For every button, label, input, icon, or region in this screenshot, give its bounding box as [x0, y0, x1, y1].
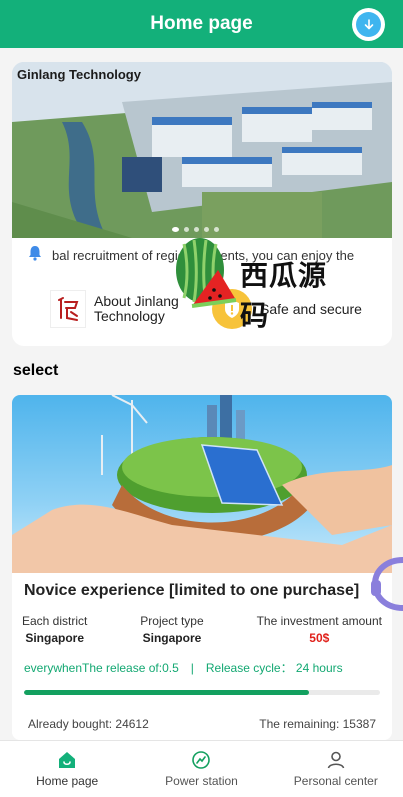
- section-title: select: [13, 362, 59, 379]
- page-title: Home page: [150, 13, 253, 34]
- product-stats: Each district Singapore Project type Sin…: [12, 600, 392, 645]
- tab-personal-center-label: Personal center: [293, 774, 378, 788]
- factory-photo: [12, 62, 392, 238]
- carousel-dot[interactable]: [194, 227, 199, 232]
- stat-project-type: Project type Singapore: [140, 614, 203, 645]
- stat-project-type-value: Singapore: [142, 631, 202, 645]
- feature-row: About Jinlang Technology Safe and secure: [12, 272, 392, 346]
- notice-bar[interactable]: bal recruitment of regional agents, you …: [12, 238, 392, 272]
- customer-service-icon[interactable]: [369, 556, 403, 612]
- app-header: Home page: [0, 0, 403, 48]
- stat-investment-label: The investment amount: [256, 614, 382, 628]
- gauge-icon: [191, 750, 211, 770]
- stat-investment: The investment amount 50$: [257, 614, 382, 645]
- about-jinlang-label: About Jinlang Technology: [94, 293, 179, 324]
- stat-district-label: Each district: [22, 614, 88, 628]
- jinlang-logo: [50, 290, 86, 328]
- tab-power-station[interactable]: Power station: [134, 741, 268, 797]
- notice-text: bal recruitment of regional agents, you …: [52, 247, 355, 263]
- stat-district: Each district Singapore: [22, 614, 87, 645]
- carousel-dot[interactable]: [214, 227, 219, 232]
- about-jinlang-link[interactable]: About Jinlang Technology: [12, 290, 202, 328]
- product-footer: Already bought: 24612 The remaining: 153…: [12, 695, 392, 731]
- carousel-dot[interactable]: [204, 227, 209, 232]
- product-title: Novice experience [limited to one purcha…: [24, 582, 360, 599]
- banner-carousel[interactable]: Ginlang Technology: [12, 62, 392, 238]
- user-icon: [326, 750, 346, 770]
- carousel-dot[interactable]: [172, 227, 179, 232]
- home-icon: [57, 750, 77, 770]
- release-info: everywhenThe release of:0.5 | Release cy…: [24, 661, 343, 675]
- shield-icon: [212, 289, 252, 329]
- top-card: Ginlang Technology bal recruitment of re…: [12, 62, 392, 346]
- download-arrow-icon: [356, 12, 381, 37]
- safe-secure-label: Safe and secure: [260, 300, 362, 317]
- product-image: [12, 395, 392, 573]
- carousel-dot[interactable]: [184, 227, 189, 232]
- bottom-tab-bar: Home page Power station Personal center: [0, 740, 403, 797]
- banner-label: Ginlang Technology: [17, 67, 141, 82]
- remaining: The remaining: 15387: [259, 717, 376, 731]
- bell-icon: [26, 244, 44, 267]
- tab-home-label: Home page: [36, 774, 99, 788]
- tab-personal-center[interactable]: Personal center: [269, 741, 403, 797]
- tab-home[interactable]: Home page: [0, 741, 134, 797]
- carousel-dots: [172, 227, 219, 232]
- product-card[interactable]: Novice experience [limited to one purcha…: [12, 395, 392, 740]
- download-button[interactable]: [352, 8, 385, 41]
- safe-secure-link[interactable]: Safe and secure: [202, 289, 392, 329]
- stat-district-value: Singapore: [25, 631, 85, 645]
- tab-power-station-label: Power station: [165, 774, 238, 788]
- stat-project-type-label: Project type: [140, 614, 204, 628]
- already-bought: Already bought: 24612: [28, 717, 149, 731]
- stat-investment-value: 50$: [309, 631, 330, 645]
